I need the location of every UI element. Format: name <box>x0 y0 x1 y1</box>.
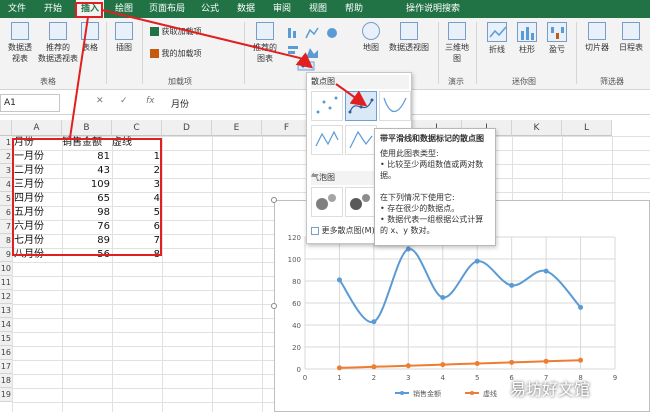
annotation-arrows <box>69 2 368 139</box>
insert-tab-highlight <box>75 2 103 18</box>
arrow-to-smooth-scatter <box>335 83 368 107</box>
arrow-to-scatter-button <box>101 9 314 69</box>
arrow-to-data <box>69 16 89 139</box>
